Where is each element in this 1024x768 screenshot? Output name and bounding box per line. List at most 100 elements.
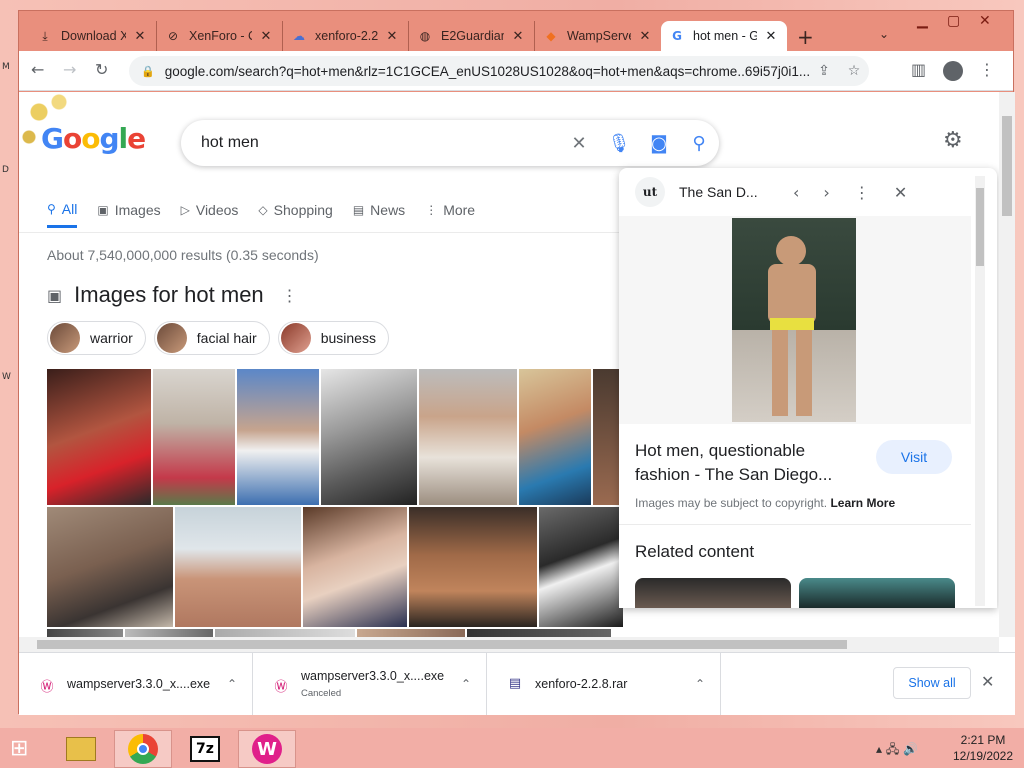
nav-all[interactable]: ⚲ All xyxy=(47,192,78,228)
chevron-left-icon[interactable]: ‹ xyxy=(793,183,799,202)
microphone-icon[interactable]: 🎙 xyxy=(599,133,639,154)
minimize-button[interactable]: ▁ xyxy=(917,13,928,29)
settings-gear-icon[interactable]: ⚙ xyxy=(943,128,963,153)
windows-start-icon[interactable]: ⊞ xyxy=(10,736,38,762)
taskbar: ⊞ 7z W ▴ 🖧 🔊 2:21 PM 12/19/2022 xyxy=(0,728,1024,768)
preview-image[interactable] xyxy=(732,218,856,422)
nav-news[interactable]: ▤ News xyxy=(353,192,405,228)
more-vert-icon[interactable]: ⋮ xyxy=(854,183,870,202)
close-icon[interactable]: ✕ xyxy=(981,672,994,691)
result-stats: About 7,540,000,000 results (0.35 second… xyxy=(47,247,319,263)
chip-facial-hair[interactable]: facial hair xyxy=(153,321,270,355)
close-icon[interactable]: ✕ xyxy=(894,183,907,202)
chip-business[interactable]: business xyxy=(277,321,389,355)
page-horizontal-scrollbar[interactable] xyxy=(19,637,999,652)
image-thumbnail[interactable] xyxy=(303,507,407,627)
forward-icon[interactable]: → xyxy=(63,60,76,79)
tab-e2guardian[interactable]: ◍ E2Guardian ✕ xyxy=(409,21,535,51)
tab-google-search[interactable]: Ghot men - G ✕ xyxy=(661,21,787,51)
lock-icon: 🔒 xyxy=(141,64,155,78)
preview-image-area xyxy=(619,216,971,424)
chrome-icon[interactable] xyxy=(114,730,172,768)
desktop-icon-fragment[interactable]: D xyxy=(2,165,12,177)
address-bar[interactable]: 🔒 google.com/search?q=hot+men&rlz=1C1GCE… xyxy=(129,56,869,86)
tab-wampserver[interactable]: ◆ WampServe ✕ xyxy=(535,21,661,51)
wampserver-icon[interactable]: W xyxy=(238,730,296,768)
nav-images[interactable]: ▣ Images xyxy=(97,192,160,228)
chip-thumbnail xyxy=(280,323,311,353)
close-icon[interactable]: ✕ xyxy=(637,29,653,44)
close-icon[interactable]: ✕ xyxy=(132,29,148,44)
image-thumbnail[interactable] xyxy=(321,369,417,505)
close-icon[interactable]: ✕ xyxy=(510,29,526,44)
image-thumbnail[interactable] xyxy=(175,507,301,627)
cloud-icon: ☁ xyxy=(293,29,305,43)
page-vertical-scrollbar[interactable] xyxy=(999,92,1015,637)
nav-more[interactable]: ⋮ More xyxy=(425,192,475,228)
chevron-right-icon[interactable]: › xyxy=(823,183,829,202)
image-thumbnail[interactable] xyxy=(153,369,235,505)
scrollbar-thumb[interactable] xyxy=(976,188,984,266)
image-thumbnail[interactable] xyxy=(539,507,623,627)
wamp-icon: ◆ xyxy=(546,29,556,43)
scrollbar-thumb[interactable] xyxy=(1002,116,1012,216)
7zip-icon[interactable]: 7z xyxy=(176,730,234,768)
side-panel-icon[interactable]: ▥ xyxy=(911,60,926,79)
back-icon[interactable]: ← xyxy=(31,60,44,79)
image-thumbnail[interactable] xyxy=(237,369,319,505)
file-explorer-icon[interactable] xyxy=(52,730,110,768)
related-thumbnail[interactable] xyxy=(635,578,791,608)
tab-xenforo[interactable]: ⊘ XenForo - C ✕ xyxy=(157,21,283,51)
panel-scrollbar[interactable] xyxy=(975,176,985,606)
download-item[interactable]: Ⓦwampserver3.3.0_x....exe Canceled ⌃ xyxy=(253,653,487,715)
learn-more-link[interactable]: Learn More xyxy=(830,496,895,510)
chevron-up-icon[interactable]: ⌃ xyxy=(685,677,715,691)
menu-kebab-icon[interactable]: ⋮ xyxy=(979,60,995,79)
profile-avatar-icon[interactable] xyxy=(943,61,963,81)
scrollbar-thumb[interactable] xyxy=(37,640,847,649)
new-tab-button[interactable]: + xyxy=(797,25,814,49)
clock[interactable]: 2:21 PM 12/19/2022 xyxy=(950,732,1016,764)
tab-xenforo-download[interactable]: ☁ xenforo-2.2 ✕ xyxy=(283,21,409,51)
nav-shopping[interactable]: ◇ Shopping xyxy=(258,192,332,228)
clear-icon[interactable]: ✕ xyxy=(559,133,599,154)
image-thumbnail[interactable] xyxy=(519,369,591,505)
camera-lens-icon[interactable]: ◙ xyxy=(639,133,679,154)
maximize-button[interactable]: ▢ xyxy=(947,13,960,29)
related-thumbnail[interactable] xyxy=(799,578,955,608)
google-doodle-logo[interactable]: Google xyxy=(41,122,146,155)
more-vert-icon[interactable]: ⋮ xyxy=(282,286,298,305)
download-item[interactable]: Ⓦwampserver3.3.0_x....exe ⌃ xyxy=(19,653,253,715)
image-thumbnail[interactable] xyxy=(47,369,151,505)
share-icon[interactable]: ⇪ xyxy=(809,63,839,79)
download-item[interactable]: ▤ xenforo-2.2.8.rar ⌃ xyxy=(487,653,721,715)
search-icon: ⚲ xyxy=(47,201,56,216)
image-icon: ▣ xyxy=(97,203,109,217)
system-tray[interactable]: ▴ 🖧 🔊 xyxy=(876,740,918,761)
tab-download[interactable]: ⤓ Download X ✕ xyxy=(29,21,157,51)
search-icon[interactable]: ⚲ xyxy=(679,133,719,154)
visit-button[interactable]: Visit xyxy=(876,440,952,474)
nav-videos[interactable]: ▷ Videos xyxy=(181,192,239,228)
chevron-up-icon[interactable]: ⌃ xyxy=(451,677,481,691)
close-icon[interactable]: ✕ xyxy=(258,29,274,44)
google-icon: G xyxy=(672,29,682,43)
chip-warrior[interactable]: warrior xyxy=(47,321,146,355)
close-icon[interactable]: ✕ xyxy=(384,29,400,44)
image-thumbnail[interactable] xyxy=(419,369,517,505)
search-box[interactable]: hot men ✕ 🎙 ◙ ⚲ xyxy=(181,120,719,166)
reload-icon[interactable]: ↻ xyxy=(95,60,108,79)
tab-search-button[interactable]: ⌄ xyxy=(879,27,889,41)
download-icon: ⤓ xyxy=(42,28,48,43)
bookmark-star-icon[interactable]: ☆ xyxy=(839,63,869,79)
show-all-button[interactable]: Show all xyxy=(893,667,971,699)
chevron-up-icon[interactable]: ⌃ xyxy=(217,677,247,691)
desktop-icon-fragment[interactable]: M xyxy=(2,62,12,74)
close-window-button[interactable]: ✕ xyxy=(979,13,991,29)
image-thumbnail[interactable] xyxy=(409,507,537,627)
preview-title[interactable]: Hot men, questionable fashion - The San … xyxy=(635,439,855,487)
image-thumbnail[interactable] xyxy=(47,507,173,627)
desktop-icon-fragment[interactable]: W xyxy=(2,372,12,384)
close-icon[interactable]: ✕ xyxy=(763,29,779,44)
news-icon: ▤ xyxy=(352,203,365,217)
